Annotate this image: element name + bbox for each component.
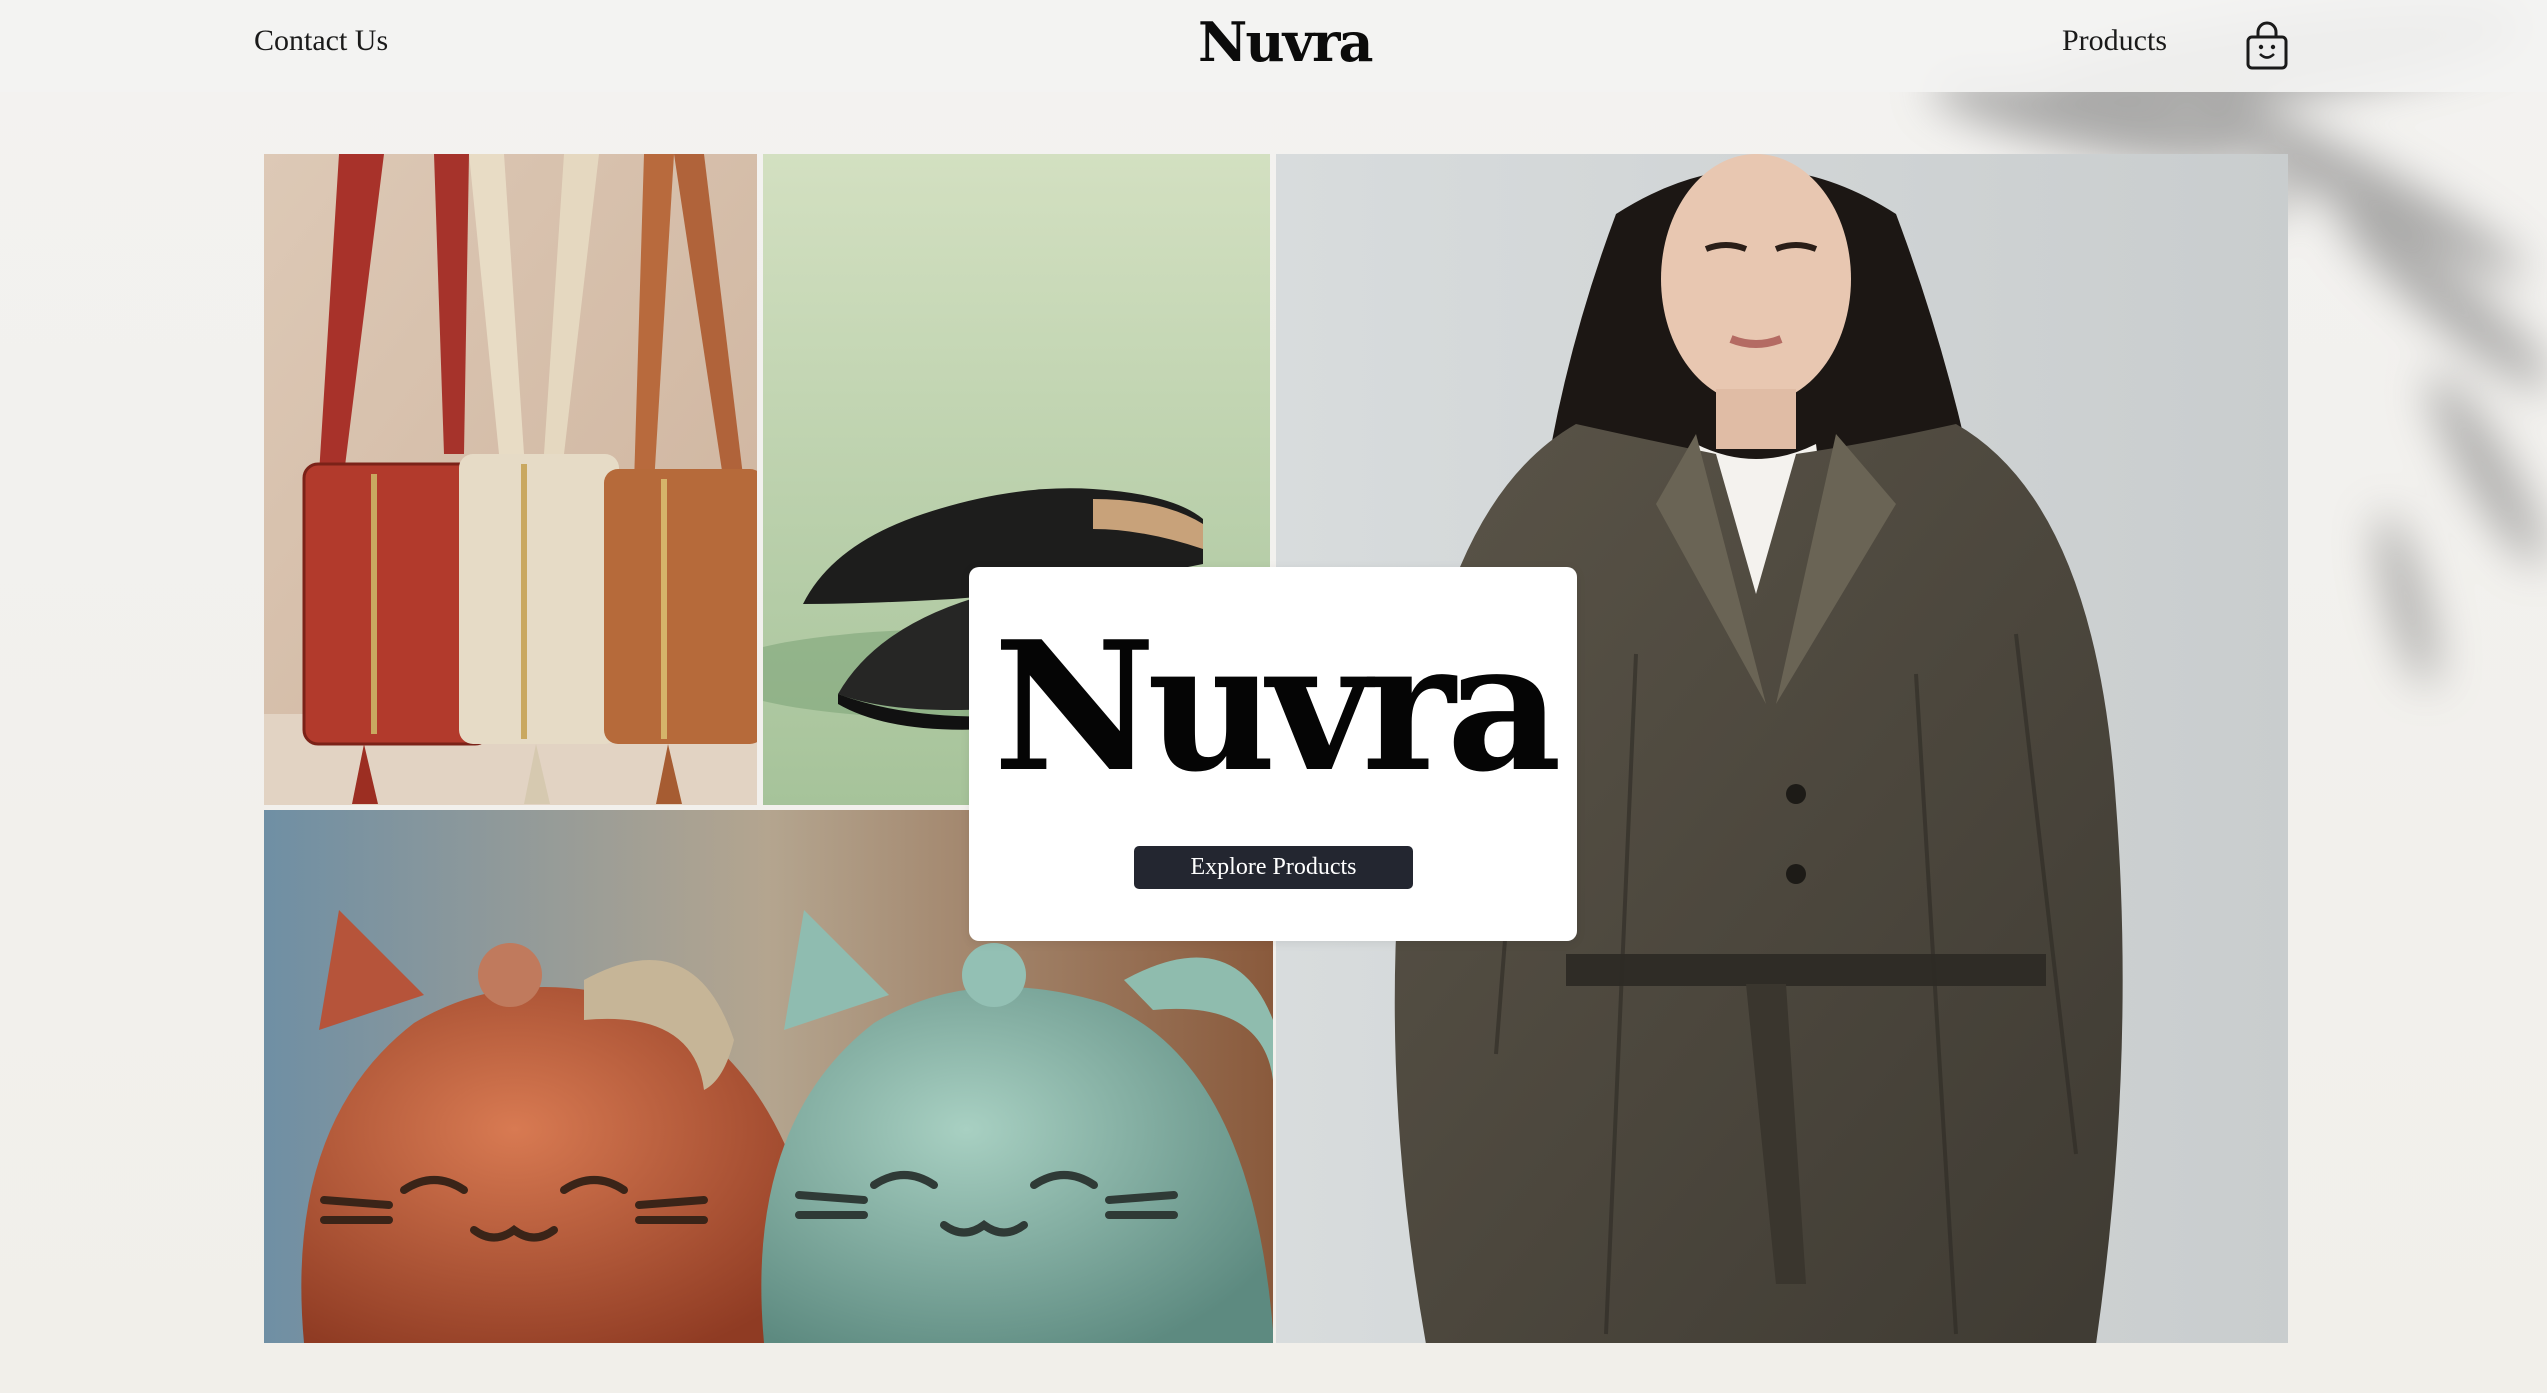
shopping-bag-icon[interactable]: [2243, 20, 2291, 72]
explore-products-button[interactable]: Explore Products: [1134, 846, 1413, 889]
site-header: Contact Us Nuvra Products: [0, 0, 2547, 92]
hero-card: Nuvra Explore Products: [969, 567, 1577, 941]
nav-contact-link[interactable]: Contact Us: [254, 24, 388, 58]
nav-products-link[interactable]: Products: [2062, 24, 2167, 58]
hero-title: Nuvra: [993, 602, 1562, 811]
gallery-image-bags: [264, 154, 757, 805]
brand-logo[interactable]: Nuvra: [1198, 10, 1373, 74]
